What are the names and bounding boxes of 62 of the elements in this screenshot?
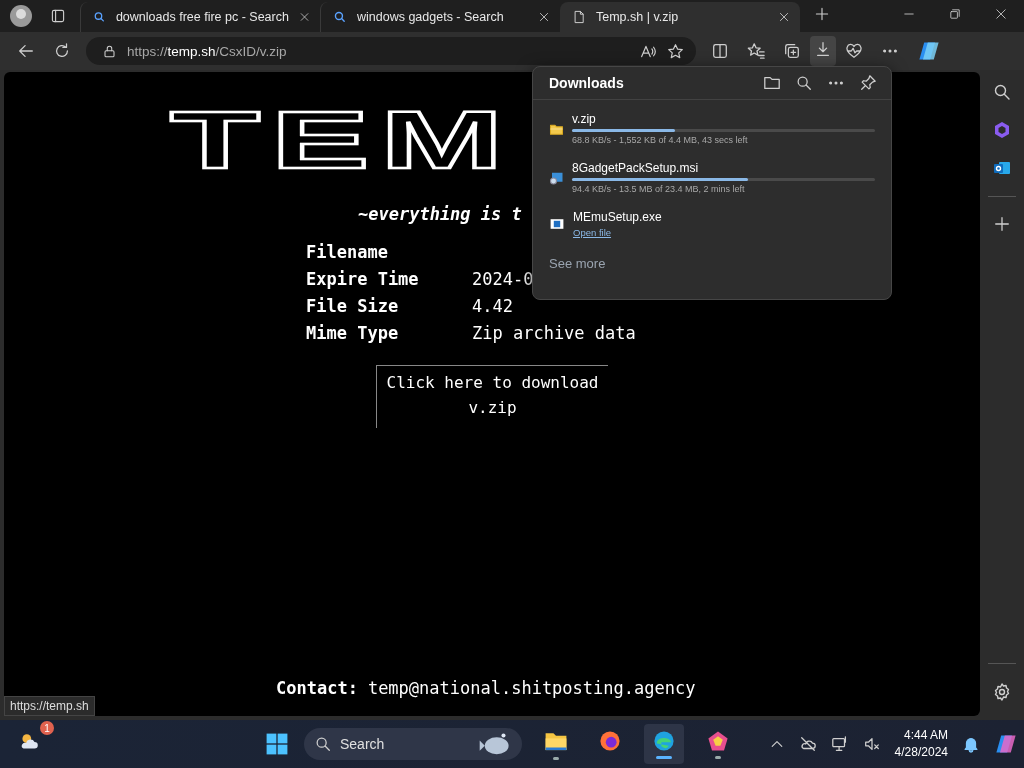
back-icon[interactable] (17, 42, 35, 60)
search-icon[interactable] (992, 82, 1012, 102)
edge-icon[interactable] (652, 729, 676, 753)
tagline: ~everything is t (358, 204, 522, 224)
download-status: 68.8 KB/s - 1,552 KB of 4.4 MB, 43 secs left (572, 135, 749, 145)
firefox-icon[interactable] (598, 729, 622, 753)
notification-badge: 1 (40, 721, 54, 735)
taskbar-search-button[interactable]: Search (304, 728, 522, 760)
page-icon (572, 10, 586, 24)
detail-label: Filename (306, 242, 389, 262)
favorites-icon[interactable] (747, 42, 765, 60)
download-filename[interactable]: 8GadgetPackSetup.msi (572, 161, 875, 175)
detail-label: Expire Time (306, 269, 420, 289)
favorite-star-icon[interactable] (667, 42, 684, 60)
taskbar-app[interactable] (644, 724, 684, 764)
download-status: 94.4 KB/s - 13.5 MB of 23.4 MB, 2 mins left (572, 184, 746, 194)
folder-icon[interactable] (763, 74, 781, 92)
search-icon (333, 10, 347, 24)
volume-muted-icon[interactable] (862, 735, 881, 753)
download-filename[interactable]: MEmuSetup.exe (573, 210, 875, 224)
search-icon (93, 10, 106, 24)
detail-label: File Size (306, 296, 400, 316)
status-url: https://temp.sh (4, 696, 95, 716)
download-button[interactable]: Click here to download v.zip (376, 365, 608, 428)
split-screen-icon[interactable] (711, 42, 729, 60)
detail-label: Mime Type (306, 323, 400, 343)
lock-icon (102, 43, 117, 59)
heartbeat-icon[interactable] (845, 42, 863, 60)
address-bar[interactable]: https://temp.sh/CsxID/v.zip (86, 37, 696, 65)
new-tab-icon[interactable] (814, 6, 830, 22)
contact-email: temp@national.shitposting.agency (367, 678, 696, 698)
see-more-link[interactable]: See more (549, 256, 606, 271)
window-icon (549, 216, 565, 232)
clock-time: 4:44 AM (903, 727, 948, 744)
close-icon[interactable] (538, 11, 550, 23)
collections-icon[interactable] (783, 42, 801, 60)
search-icon[interactable] (795, 74, 813, 92)
site-logo: TEM (170, 100, 514, 180)
browser-tab[interactable]: Temp.sh | v.zip (560, 2, 800, 32)
detail-value: Zip archive data (472, 323, 637, 343)
profile-avatar[interactable] (10, 5, 32, 27)
search-icon (314, 735, 332, 753)
detail-value: 2024-0 (472, 269, 535, 289)
gem-icon[interactable] (706, 729, 730, 753)
close-icon[interactable] (778, 11, 790, 23)
bell-icon[interactable] (962, 735, 980, 753)
downloads-button[interactable] (810, 36, 836, 66)
windows-start-icon[interactable] (264, 731, 290, 757)
open-file-link[interactable]: Open file (573, 227, 612, 238)
panel-title: Downloads (549, 75, 625, 91)
refresh-icon[interactable] (53, 42, 71, 60)
add-icon[interactable] (993, 215, 1011, 233)
detail-value: 4.42 (472, 296, 514, 316)
cloud-offline-icon[interactable] (798, 735, 817, 753)
settings-icon[interactable] (992, 682, 1012, 702)
contact-label: Contact: (276, 678, 358, 698)
clock-date: 4/28/2024 (894, 744, 948, 761)
tab-actions-icon[interactable] (50, 8, 66, 24)
network-icon[interactable] (830, 735, 849, 753)
download-filename[interactable]: v.zip (572, 112, 875, 126)
download-icon (814, 40, 832, 58)
pin-icon[interactable] (859, 74, 877, 92)
